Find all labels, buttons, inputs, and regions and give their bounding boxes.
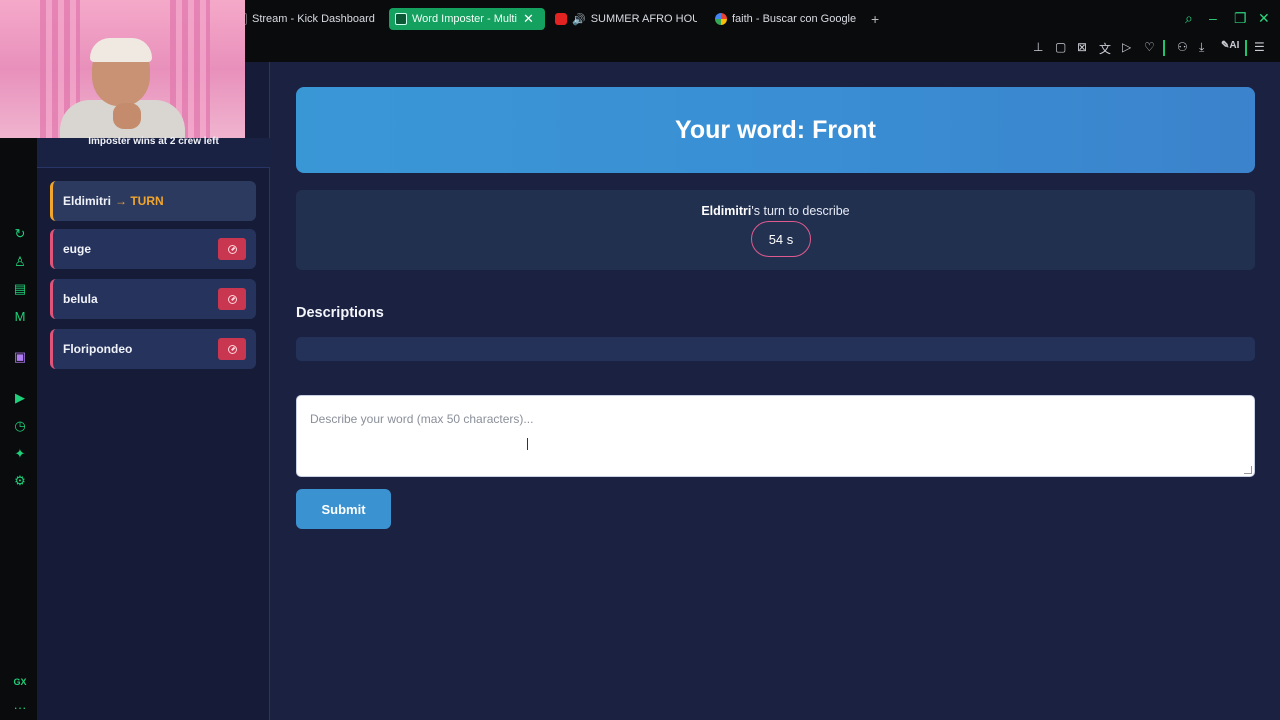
- twitch-icon[interactable]: ▣: [12, 349, 28, 365]
- pin-icon[interactable]: ⊥: [1033, 40, 1043, 54]
- close-window-icon[interactable]: ✕: [1258, 10, 1270, 27]
- description-input[interactable]: [296, 395, 1255, 477]
- toolbar-divider-2: [1245, 40, 1247, 56]
- extensions-icon[interactable]: ✦: [12, 446, 28, 462]
- descriptions-heading: Descriptions: [296, 305, 384, 321]
- ban-icon: [227, 294, 237, 304]
- close-tab-icon[interactable]: ✕: [523, 11, 534, 27]
- play-icon[interactable]: ▷: [1122, 40, 1131, 54]
- player-name: Floripondeo: [63, 342, 133, 356]
- tab-word-imposter[interactable]: Word Imposter - Multi ✕: [389, 8, 545, 30]
- ai-button[interactable]: ✎AI: [1221, 40, 1239, 51]
- history-icon[interactable]: ◷: [12, 418, 28, 434]
- turn-player-name: Eldimitri: [701, 204, 752, 218]
- imposter-rule-note: Imposter wins at 2 crew left: [88, 136, 219, 147]
- ban-icon: [227, 244, 237, 254]
- new-tab-button[interactable]: +: [871, 8, 885, 30]
- tab-kick-dashboard[interactable]: Stream - Kick Dashboard: [239, 8, 379, 30]
- google-icon: [715, 13, 727, 25]
- player-card-belula[interactable]: belula: [50, 279, 256, 319]
- turn-indicator: → TURN: [115, 194, 164, 208]
- profile-icon[interactable]: ⚇: [1177, 40, 1188, 54]
- audio-playing-icon: 🔊: [572, 13, 586, 26]
- descriptions-list: [296, 337, 1255, 361]
- text-cursor-icon: [527, 438, 528, 450]
- turn-panel: Eldimitri's turn to describe 54 s: [296, 190, 1255, 270]
- submit-button[interactable]: Submit: [296, 489, 391, 529]
- player-card-floripondeo[interactable]: Floripondeo: [50, 329, 256, 369]
- menu-icon[interactable]: ☰: [1254, 40, 1265, 54]
- translate-icon[interactable]: 文: [1099, 40, 1111, 57]
- page-icon: [395, 13, 407, 25]
- snapshot-icon[interactable]: ▢: [1055, 40, 1066, 54]
- player-name: belula: [63, 292, 98, 306]
- minimize-icon[interactable]: –: [1209, 10, 1217, 26]
- tab-summer-afro-house[interactable]: 🔊 SUMMER AFRO HOUS: [555, 8, 697, 30]
- gx-logo: GX: [13, 677, 27, 687]
- settings-icon[interactable]: ⚙: [12, 473, 28, 489]
- kick-player-button[interactable]: [218, 288, 246, 310]
- player-card-eldimitri[interactable]: Eldimitri → TURN: [50, 181, 256, 221]
- turn-status: Eldimitri's turn to describe: [701, 204, 850, 218]
- search-icon[interactable]: ⌕: [1185, 10, 1193, 27]
- heart-icon[interactable]: ♡: [1144, 40, 1155, 54]
- robot-icon[interactable]: ♙: [12, 254, 28, 270]
- player-card-euge[interactable]: euge: [50, 229, 256, 269]
- secret-word-banner: Your word: Front: [296, 87, 1255, 173]
- kick-player-button[interactable]: [218, 238, 246, 260]
- kick-player-button[interactable]: [218, 338, 246, 360]
- download-icon[interactable]: ⤓: [1199, 40, 1204, 55]
- block-icon[interactable]: ⊠: [1077, 40, 1087, 54]
- player-name: Eldimitri: [63, 194, 112, 208]
- tab-google-search[interactable]: faith - Buscar con Google: [715, 8, 865, 30]
- restore-icon[interactable]: ❐: [1234, 10, 1247, 27]
- textarea-resize-handle[interactable]: [1244, 466, 1252, 474]
- player-name: euge: [63, 242, 92, 256]
- refresh-icon[interactable]: ↻: [12, 226, 28, 242]
- messenger-icon[interactable]: M: [12, 309, 28, 325]
- youtube-icon: [555, 13, 567, 25]
- webcam-overlay: [0, 0, 245, 138]
- ban-icon: [227, 344, 237, 354]
- more-icon[interactable]: ···: [12, 700, 28, 716]
- toolbar-divider: [1163, 40, 1165, 56]
- turn-timer: 54 s: [751, 221, 811, 257]
- player-icon[interactable]: ▶: [12, 390, 28, 406]
- card-icon[interactable]: ▤: [12, 281, 28, 297]
